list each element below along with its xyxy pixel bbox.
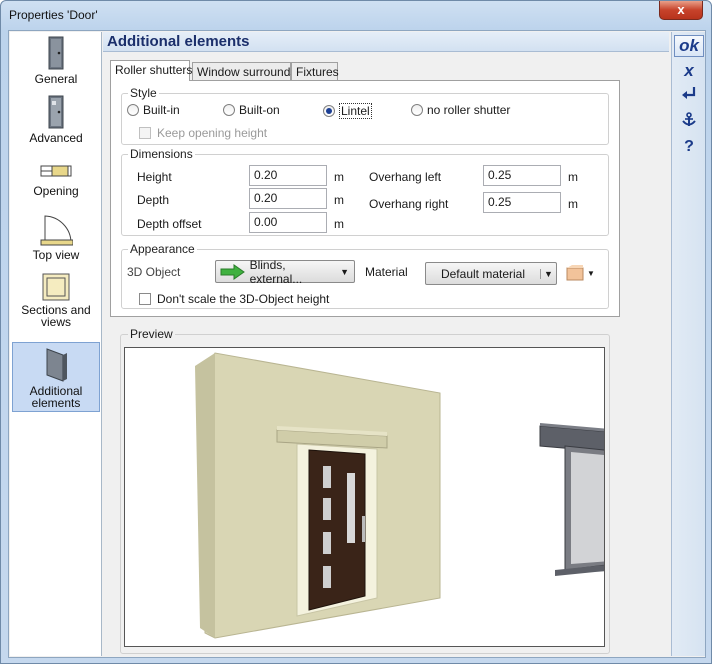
sidebar-item-advanced[interactable]: Advanced xyxy=(12,95,100,151)
radio-dot-selected xyxy=(323,105,335,117)
tab-window-surrounds[interactable]: Window surrounds xyxy=(192,62,296,80)
material-value: Default material xyxy=(440,266,526,281)
cancel-button[interactable]: x xyxy=(674,61,704,83)
sidebar-item-label: Opening xyxy=(33,184,79,198)
sidebar-item-opening[interactable]: Opening xyxy=(12,160,100,210)
radio-no-roller-shutter[interactable]: no roller shutter xyxy=(411,103,510,117)
dimensions-legend: Dimensions xyxy=(128,147,195,161)
chevron-down-icon: ▼ xyxy=(540,268,556,279)
overhang-left-unit: m xyxy=(568,170,578,184)
material-swatch-icon xyxy=(566,265,584,281)
radio-dot xyxy=(223,104,235,116)
chevron-down-icon: ▼ xyxy=(587,268,595,278)
checkbox-label: Keep opening height xyxy=(157,126,268,140)
door-icon xyxy=(48,36,64,70)
sidebar-item-label: Advanced xyxy=(29,131,83,145)
radio-label: Built-in xyxy=(143,103,180,117)
preview-legend: Preview xyxy=(128,327,175,341)
sidebar: General Advanced Opening Top view Sectio… xyxy=(10,32,102,656)
overhang-right-label: Overhang right xyxy=(369,197,449,211)
radio-lintel[interactable]: Lintel xyxy=(323,103,372,119)
save-button[interactable] xyxy=(674,112,704,134)
radio-dot xyxy=(127,104,139,116)
checkbox-box xyxy=(139,293,151,305)
depth-offset-label: Depth offset xyxy=(137,217,202,231)
radio-built-on[interactable]: Built-on xyxy=(223,103,280,117)
additional-elements-icon xyxy=(46,348,67,382)
preview-viewport[interactable] xyxy=(124,347,681,647)
apply-button[interactable] xyxy=(674,86,704,108)
sections-icon xyxy=(42,273,70,301)
overhang-left-label: Overhang left xyxy=(369,170,442,184)
title-bar[interactable]: Properties 'Door' x xyxy=(1,1,711,29)
checkbox-box xyxy=(139,127,151,139)
top-view-icon xyxy=(40,215,73,246)
chevron-down-icon: ▼ xyxy=(340,266,349,277)
depth-label: Depth xyxy=(137,193,170,207)
style-legend: Style xyxy=(128,86,159,100)
radio-built-in[interactable]: Built-in xyxy=(127,103,180,117)
anchor-icon xyxy=(682,112,696,126)
sidebar-item-general[interactable]: General xyxy=(12,36,100,92)
radio-label: Built-on xyxy=(239,103,280,117)
appearance-legend: Appearance xyxy=(128,242,197,256)
depth-input[interactable]: 0.20 xyxy=(249,188,327,209)
sidebar-item-additional-elements[interactable]: Additional elements xyxy=(12,342,100,412)
overhang-right-input[interactable]: 0.25 xyxy=(483,192,561,213)
tab-fixtures[interactable]: Fixtures xyxy=(291,62,339,80)
sidebar-item-sections-and-views[interactable]: Sections and views xyxy=(12,272,100,338)
3d-preview-render xyxy=(195,352,681,639)
material-dropdown[interactable]: Default material ▼ xyxy=(425,262,557,285)
material-label: Material xyxy=(365,265,408,279)
height-label: Height xyxy=(137,170,172,184)
sidebar-item-top-view[interactable]: Top view xyxy=(12,212,100,266)
keep-opening-height-checkbox[interactable]: Keep opening height xyxy=(139,126,267,140)
sidebar-item-label: Additional elements xyxy=(29,384,83,410)
height-input[interactable]: 0.20 xyxy=(249,165,327,186)
checkbox-label: Don't scale the 3D-Object height xyxy=(157,292,330,306)
depth-offset-input[interactable]: 0.00 xyxy=(249,212,327,233)
height-unit: m xyxy=(334,170,344,184)
radio-dot xyxy=(411,104,423,116)
sidebar-item-label: General xyxy=(34,72,78,86)
help-button[interactable]: ? xyxy=(674,138,704,160)
enter-icon xyxy=(682,87,696,99)
window-title: Properties 'Door' xyxy=(9,8,98,22)
overhang-left-input[interactable]: 0.25 xyxy=(483,165,561,186)
3d-object-value: Blinds, external... xyxy=(249,257,303,286)
overhang-right-unit: m xyxy=(568,197,578,211)
page-title: Additional elements xyxy=(107,33,250,50)
section-header: Additional elements xyxy=(103,32,669,52)
opening-icon xyxy=(40,165,72,177)
sidebar-item-label: Top view xyxy=(32,248,80,262)
depth-offset-unit: m xyxy=(334,217,344,231)
3d-object-label: 3D Object xyxy=(127,265,181,279)
ok-button[interactable]: ok xyxy=(674,35,704,57)
depth-unit: m xyxy=(334,193,344,207)
sidebar-item-label: Sections and views xyxy=(21,303,91,329)
dont-scale-checkbox[interactable]: Don't scale the 3D-Object height xyxy=(139,292,329,306)
roller-shutters-panel: Style Built-in Built-on Lintel no roller… xyxy=(110,80,620,317)
3d-object-dropdown[interactable]: Blinds, external... ▼ xyxy=(215,257,355,286)
radio-label: Lintel xyxy=(339,103,372,119)
close-button[interactable]: x xyxy=(659,1,703,20)
green-arrow-icon xyxy=(220,263,245,280)
door-advanced-icon xyxy=(48,95,64,129)
radio-label: no roller shutter xyxy=(427,103,511,117)
tab-roller-shutters[interactable]: Roller shutters xyxy=(110,60,192,81)
right-toolbar: ok x ? xyxy=(671,32,705,656)
material-picker-button[interactable]: ▼ xyxy=(566,265,595,281)
